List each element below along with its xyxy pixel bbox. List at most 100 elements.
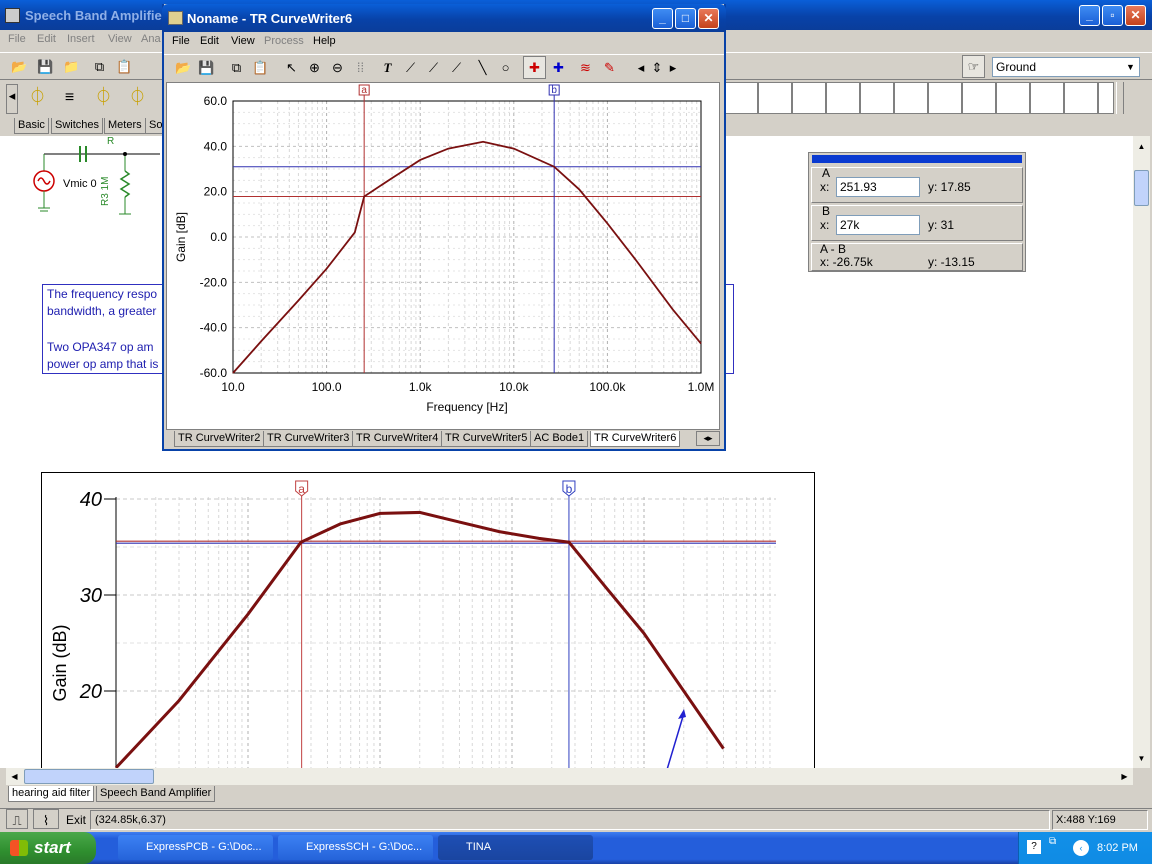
pan-left-icon[interactable]: ◂ xyxy=(634,56,648,79)
chevron-left-icon[interactable]: ‹ xyxy=(1073,840,1089,856)
zoom-in-icon[interactable]: ⊕ xyxy=(303,56,326,79)
vertical-scrollbar[interactable]: ▲ ▼ xyxy=(1133,136,1150,768)
menu-edit[interactable]: Edit xyxy=(37,30,56,48)
close-button[interactable]: ✕ xyxy=(1125,5,1146,26)
y-tick-label: 0.0 xyxy=(210,230,227,244)
cursor-panel-titlebar[interactable] xyxy=(812,155,1022,163)
paste-icon[interactable]: 📋 xyxy=(113,55,136,78)
menu-analysis[interactable]: Ana xyxy=(141,30,161,48)
taskbar-expresssch[interactable]: ExpressSCH - G:\Doc... xyxy=(278,835,433,860)
oscilloscope-icon[interactable]: ⎍ xyxy=(6,809,28,829)
tab-scroll-icon[interactable]: ◂▸ xyxy=(696,431,720,446)
taskbar-tina[interactable]: TINA xyxy=(438,835,593,860)
toolbar-grip[interactable] xyxy=(1116,82,1124,114)
text-tool-icon[interactable]: T xyxy=(376,56,399,79)
curve-paste-icon[interactable]: 📋 xyxy=(249,56,272,79)
add-curve-icon[interactable]: ≋ xyxy=(574,56,597,79)
save-icon[interactable]: 💾 xyxy=(34,55,57,78)
curve-minimize-button[interactable]: _ xyxy=(652,8,673,29)
circle-tool-icon[interactable]: ○ xyxy=(494,56,517,79)
x-tick-label: 1.0k xyxy=(409,380,433,394)
cursor-a-icon[interactable]: ✚ xyxy=(523,56,546,79)
y-tick-label: 20.0 xyxy=(204,185,228,199)
scroll-up-arrow-icon[interactable]: ▲ xyxy=(1133,138,1150,155)
curve-open-icon[interactable]: 📂 xyxy=(172,56,195,79)
menu-insert[interactable]: Insert xyxy=(67,30,95,48)
curve-menu-bar: File Edit View Process Help xyxy=(164,32,724,50)
chevron-down-icon[interactable]: ▼ xyxy=(1122,58,1139,76)
help-icon[interactable]: ? xyxy=(1027,840,1041,854)
source-label: Vmic 0 xyxy=(63,178,97,190)
scroll-left-arrow-icon[interactable]: ◀ xyxy=(6,768,23,785)
cursor-a-label: a xyxy=(298,482,305,496)
tab-curvewriter2[interactable]: TR CurveWriter2 xyxy=(174,431,265,447)
menu-view[interactable]: View xyxy=(108,30,132,48)
folder-icon[interactable]: 📁 xyxy=(60,55,83,78)
text-line-4: power op amp that is xyxy=(47,357,159,371)
curve-save-icon[interactable]: 💾 xyxy=(195,56,218,79)
curve-menu-edit[interactable]: Edit xyxy=(200,32,219,50)
h-scroll-thumb[interactable] xyxy=(24,769,154,784)
cursor-a-x-field[interactable]: 251.93 xyxy=(836,177,920,197)
exit-label[interactable]: Exit xyxy=(66,813,86,827)
taskbar: start ExpressPCB - G:\Doc... ExpressSCH … xyxy=(0,832,1152,864)
y-axis-label: Gain [dB] xyxy=(174,212,188,262)
line-tool-icon[interactable]: ╲ xyxy=(471,56,494,79)
scroll-left-button[interactable]: ◂ xyxy=(6,84,18,114)
curve-copy-icon[interactable]: ⧉ xyxy=(225,56,248,79)
gain-curve xyxy=(114,510,725,768)
cursor-a-y-value: y: 17.85 xyxy=(928,180,971,194)
open-folder-icon[interactable]: 📂 xyxy=(8,55,31,78)
copy-icon[interactable]: ⧉ xyxy=(88,55,111,78)
minimize-button[interactable]: _ xyxy=(1079,5,1100,26)
curve-menu-process[interactable]: Process xyxy=(264,32,304,50)
pan-vertical-icon[interactable]: ⇕ xyxy=(648,56,666,79)
curve-plot-area[interactable]: 60.0 40.0 20.0 0.0 -20.0 -40.0 -60.0 10.0 100.0 1… xyxy=(166,82,720,430)
curve-close-button[interactable]: ✕ xyxy=(698,8,719,29)
cursor-b-x-field[interactable]: 27k xyxy=(836,215,920,235)
tab-curvewriter6[interactable]: TR CurveWriter6 xyxy=(590,431,681,447)
tab-switches[interactable]: Switches xyxy=(51,118,104,134)
zoom-100-icon[interactable]: ⊖ xyxy=(326,56,349,79)
curve-title-bar[interactable]: Noname - TR CurveWriter6 _ □ ✕ xyxy=(162,4,726,32)
label-tool-icon[interactable]: ⟋ xyxy=(399,56,422,79)
windows-logo-icon xyxy=(10,840,28,856)
scroll-down-arrow-icon[interactable]: ▼ xyxy=(1133,750,1150,767)
tab-curvewriter4[interactable]: TR CurveWriter4 xyxy=(352,431,443,447)
tab-meters[interactable]: Meters xyxy=(104,118,146,134)
pointer-icon[interactable]: ↖ xyxy=(280,56,303,79)
ground-select[interactable]: Ground ▼ xyxy=(992,57,1140,77)
embedded-chart-frame[interactable]: 40 30 20 Gain (dB) a b xyxy=(41,472,815,768)
tab-ac-bode1[interactable]: AC Bode1 xyxy=(530,431,589,447)
tab-curvewriter3[interactable]: TR CurveWriter3 xyxy=(263,431,354,447)
tab-curvewriter5[interactable]: TR CurveWriter5 xyxy=(441,431,532,447)
curve-menu-file[interactable]: File xyxy=(172,32,190,50)
curve-maximize-button[interactable]: □ xyxy=(675,8,696,29)
voltage-source-icon[interactable]: ⏀ xyxy=(26,86,49,109)
analyzer-icon[interactable]: ⌇ xyxy=(33,809,59,829)
status-bar: ⎍ ⌇ Exit (324.85k,6.37) X:488 Y:169 xyxy=(0,808,1152,830)
grid-icon[interactable]: ⁞⁞ xyxy=(349,56,372,79)
label-tool-2-icon[interactable]: ⟋ xyxy=(422,56,445,79)
menu-file[interactable]: File xyxy=(8,30,26,48)
window-tray-icon[interactable]: ⧉ xyxy=(1049,836,1056,847)
component-slots xyxy=(724,82,1114,114)
current-meter-icon[interactable]: ⏀ xyxy=(126,86,149,109)
voltage-meter-icon[interactable]: ⏀ xyxy=(92,86,115,109)
add-point-icon[interactable]: ✎ xyxy=(598,56,621,79)
tab-basic[interactable]: Basic xyxy=(14,118,49,134)
scroll-right-arrow-icon[interactable]: ▶ xyxy=(1116,768,1133,785)
taskbar-expresspcb[interactable]: ExpressPCB - G:\Doc... xyxy=(118,835,273,860)
battery-icon[interactable]: ≡ xyxy=(58,86,81,109)
tab-hearing-aid-filter[interactable]: hearing aid filter xyxy=(8,786,95,802)
horizontal-scrollbar[interactable]: ◀ ▶ xyxy=(6,768,1133,785)
label-tool-3-icon[interactable]: ⟋ xyxy=(445,56,468,79)
curve-menu-view[interactable]: View xyxy=(231,32,255,50)
scroll-thumb[interactable] xyxy=(1134,170,1149,206)
restore-button[interactable]: ▫ xyxy=(1102,5,1123,26)
tab-speech-band-amplifier[interactable]: Speech Band Amplifier xyxy=(96,786,216,802)
hand-icon[interactable]: ☞ xyxy=(962,55,985,78)
curve-menu-help[interactable]: Help xyxy=(313,32,336,50)
pan-right-icon[interactable]: ▸ xyxy=(666,56,680,79)
cursor-b-icon[interactable]: ✚ xyxy=(547,56,570,79)
